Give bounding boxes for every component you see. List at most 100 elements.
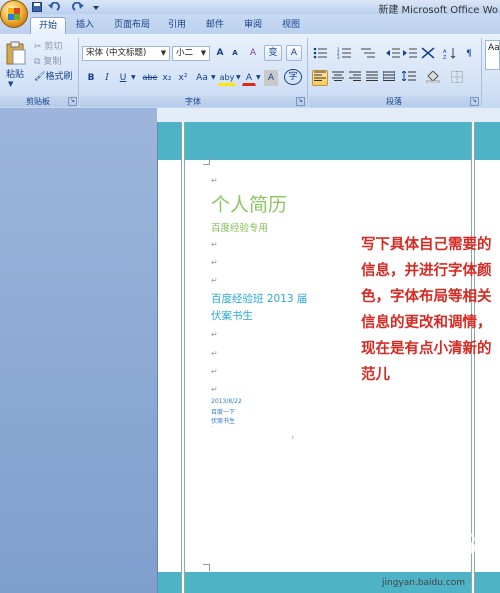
multilevel-list-button[interactable] [360, 46, 376, 62]
text-cursor-mark: ı [292, 434, 294, 441]
underline-button[interactable]: U [116, 70, 130, 86]
enclose-characters-button[interactable]: 字 [284, 69, 302, 85]
shading-button[interactable] [424, 70, 442, 86]
numbering-button[interactable]: 123 [336, 46, 352, 62]
paint-bucket-icon [425, 70, 441, 84]
font-color-dropdown-icon[interactable]: ▼ [256, 74, 261, 81]
scissors-icon: ✂ [34, 42, 42, 52]
paragraph-mark: ↵ [211, 240, 218, 249]
change-case-button[interactable]: Aa [193, 70, 211, 86]
office-logo-icon [8, 8, 20, 20]
redo-icon[interactable] [72, 1, 84, 12]
svg-text:3: 3 [337, 55, 340, 59]
justify-icon [366, 71, 378, 81]
line-spacing-button[interactable] [400, 70, 418, 86]
resume-small-line[interactable]: 百度一下 [211, 407, 235, 416]
horizontal-ruler[interactable] [157, 108, 500, 123]
tab-references[interactable]: 引用 [162, 17, 192, 33]
paste-dropdown-icon[interactable]: ▼ [8, 80, 13, 88]
increase-indent-icon [403, 48, 417, 58]
office-button[interactable] [0, 0, 28, 28]
italic-button[interactable]: I [100, 70, 114, 86]
styles-gallery[interactable]: Aa [485, 40, 500, 70]
resume-name-line[interactable]: 伏案书生 [211, 308, 253, 323]
phonetic-guide-button[interactable]: 变 [264, 45, 282, 61]
paste-button[interactable] [4, 40, 28, 66]
font-size-select[interactable]: 小二 ▼ [172, 46, 210, 61]
strikethrough-button[interactable]: abe [141, 70, 159, 86]
superscript-button[interactable]: x² [176, 70, 190, 86]
borders-button[interactable] [448, 70, 466, 86]
resume-small-name[interactable]: 伏案书生 [211, 416, 235, 425]
watermark-logo-text: Bai [406, 535, 440, 556]
cut-label: 剪切 [44, 42, 63, 52]
crop-mark [203, 158, 210, 165]
font-name-value: 宋体 (中文标题) [86, 48, 147, 58]
resume-title[interactable]: 个人简历 [211, 190, 287, 217]
justify-button[interactable] [364, 70, 380, 86]
chevron-down-icon: ▼ [160, 49, 167, 57]
font-name-select[interactable]: 宋体 (中文标题) ▼ [82, 46, 170, 61]
font-size-value: 小二 [176, 48, 194, 58]
paste-label[interactable]: 粘贴 [6, 67, 24, 80]
cut-button[interactable]: ✂ 剪切 [33, 39, 69, 55]
left-margin-bar [181, 122, 185, 593]
paragraph-mark: ↵ [211, 176, 218, 185]
tab-mailings[interactable]: 邮件 [200, 17, 230, 33]
tutorial-annotation: 写下具体自己需要的信息，并进行字体颜色，字体布局等相关信息的更改和调情，现在是有… [361, 237, 492, 383]
highlight-button[interactable]: aby [218, 70, 236, 86]
bullets-button[interactable] [312, 46, 328, 62]
grow-font-button[interactable]: A [213, 45, 227, 61]
chinese-layout-button[interactable] [420, 46, 436, 62]
show-marks-button[interactable]: ¶ [462, 46, 476, 62]
copy-label: 复制 [43, 57, 62, 67]
highlight-dropdown-icon[interactable]: ▼ [236, 74, 241, 81]
undo-icon[interactable] [48, 1, 62, 12]
resume-class-line[interactable]: 百度经验班 2013 届 [211, 291, 307, 306]
chevron-down-icon: ▼ [200, 49, 207, 57]
group-separator [78, 38, 79, 106]
paragraph-mark: ↵ [211, 258, 218, 267]
character-border-button[interactable]: A [286, 45, 302, 61]
underline-dropdown-icon[interactable]: ▼ [131, 74, 136, 81]
paragraph-launcher-icon[interactable]: ↘ [470, 97, 479, 106]
bold-button[interactable]: B [84, 70, 98, 86]
paragraph-mark: ↵ [211, 276, 218, 285]
tab-review[interactable]: 审阅 [238, 17, 268, 33]
subscript-button[interactable]: x₂ [160, 70, 174, 86]
resume-subtitle[interactable]: 百度经验专用 [211, 220, 268, 234]
save-icon[interactable] [32, 2, 42, 12]
tab-insert[interactable]: 插入 [70, 17, 100, 33]
group-separator [481, 38, 482, 106]
distributed-icon [382, 71, 396, 81]
paragraph-mark: ↵ [211, 330, 218, 339]
customize-icon[interactable] [92, 2, 100, 12]
align-right-button[interactable] [347, 70, 363, 86]
format-painter-label: 格式刷 [45, 72, 73, 82]
tab-home[interactable]: 开始 [30, 17, 66, 34]
format-painter-button[interactable]: 🖌格式刷 [33, 69, 77, 85]
character-shading-button[interactable]: A [264, 70, 278, 86]
copy-button[interactable]: ⧉ 复制 [33, 54, 69, 70]
font-color-button[interactable]: A [242, 70, 256, 86]
clipboard-launcher-icon[interactable]: ↘ [68, 97, 77, 106]
font-launcher-icon[interactable]: ↘ [296, 97, 305, 106]
tab-page-layout[interactable]: 页面布局 [108, 17, 156, 33]
align-center-button[interactable] [330, 70, 346, 86]
paragraph-mark: ↵ [211, 385, 218, 394]
decrease-indent-button[interactable] [385, 46, 401, 62]
sort-button[interactable]: AZ [442, 46, 458, 62]
clear-format-button[interactable]: A [245, 45, 261, 61]
paragraph-group-label: 段落 [309, 96, 479, 107]
tab-view[interactable]: 视图 [276, 17, 306, 33]
distributed-button[interactable] [381, 70, 397, 86]
case-dropdown-icon[interactable]: ▼ [211, 74, 216, 81]
align-right-icon [349, 71, 361, 81]
align-center-icon [332, 71, 344, 81]
resume-date[interactable]: 2013/8/22 [211, 398, 242, 405]
paragraph-mark: ↵ [211, 367, 218, 376]
increase-indent-button[interactable] [402, 46, 418, 62]
svg-text:Z: Z [443, 55, 447, 59]
shrink-font-button[interactable]: A [228, 45, 242, 61]
align-left-button[interactable] [312, 70, 328, 86]
